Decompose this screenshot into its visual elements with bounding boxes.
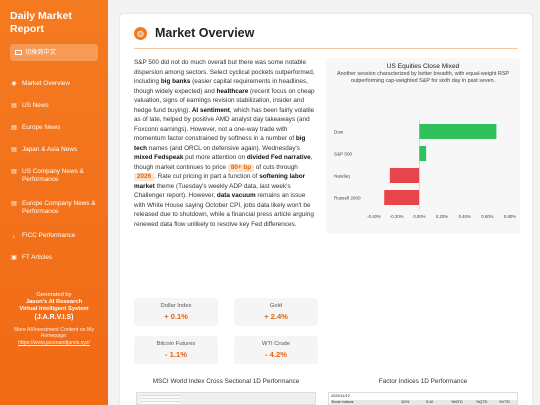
x-tick-label: -0.40%	[367, 214, 381, 219]
x-tick-label: 0.60%	[481, 214, 493, 219]
emphasis: mixed Fedspeak	[134, 154, 184, 161]
sidebar-item-2[interactable]: ▤ Europe News	[10, 124, 106, 132]
language-icon	[15, 50, 22, 55]
factor-section-title: Factor Indices 1D Performance	[378, 378, 468, 385]
language-label: 切換到中文	[25, 49, 56, 56]
x-tick-label: 0.20%	[436, 214, 448, 219]
sidebar-item-3[interactable]: ▤ Japan & Asia News	[10, 146, 106, 154]
eu-flag-icon: ▤	[11, 201, 17, 207]
main-panel: ◍ Market Overview S&P 500 did not do muc…	[120, 14, 532, 405]
emphasis: healthcare	[216, 87, 249, 95]
sidebar: Daily Market Report 切換到中文 ◉ Market Overvi…	[0, 0, 108, 405]
metric-card: Bitcoin Futures - 1.1%	[134, 336, 218, 364]
metric-card: Dollar Index + 0.1%	[134, 298, 218, 326]
factor-table-header-cell: 5-W	[426, 400, 433, 404]
factor-table-header-cell: Stock Indices	[331, 400, 354, 404]
footer-jarvis: (J.A.R.V.I.S)	[34, 313, 74, 321]
metric-value: - 4.2%	[265, 350, 287, 359]
msci-heatmap-rows	[141, 395, 181, 405]
sidebar-footer: Generated by Jason's AI Research Virtual…	[4, 292, 104, 347]
x-tick-label: 0.40%	[459, 214, 471, 219]
page-title: Market Overview	[155, 26, 255, 40]
category-label: Russell 2000	[334, 196, 361, 201]
sidebar-item-7[interactable]: ▣ FT Articles	[10, 254, 106, 262]
highlight-tag: 2026	[134, 173, 155, 181]
footer-generated: Generated by	[36, 292, 72, 298]
sidebar-item-label: Europe News	[22, 124, 61, 131]
metric-value: + 0.1%	[164, 312, 188, 321]
sidebar-item-label: Japan & Asia News	[22, 146, 78, 153]
metric-value: - 1.1%	[165, 350, 187, 359]
chart-icon: ⌞	[12, 233, 16, 239]
app-title: Daily Market Report	[10, 10, 72, 35]
x-tick-label: -0.20%	[390, 214, 404, 219]
factor-table-date: 2025/11/12	[331, 394, 350, 398]
factor-table-header-cell: 1D%	[401, 400, 410, 404]
sidebar-item-label: FICC Performance	[22, 232, 76, 239]
language-toggle-button[interactable]: 切換到中文	[10, 44, 98, 61]
category-label: Nasdaq	[334, 174, 350, 179]
footer-brand: Jason's AI Research	[25, 299, 83, 306]
highlight-tag: 80+ bp	[227, 163, 255, 172]
factor-table-header-cell: %MTD	[451, 400, 463, 404]
text-segment: put more attention on	[183, 154, 247, 161]
factor-table: 2025/11/12 Stock Indices 1D% 5-W %MTD %QTD %Y…	[328, 392, 518, 405]
homepage-link[interactable]: https://www.jasonandjarvis.xyz/	[4, 340, 104, 347]
jp-flag-icon: ▤	[11, 147, 17, 153]
us-equities-chart: US Equities Close Mixed Another session …	[326, 58, 520, 234]
market-summary-text: S&P 500 did not do much overall but ther…	[134, 58, 318, 229]
text-segment: names (and ORCL on defensive again). Wed…	[147, 144, 300, 152]
sidebar-item-label: US News	[22, 102, 49, 109]
metric-name: Bitcoin Futures	[156, 341, 196, 347]
footer-homepage: Homepage:	[40, 333, 68, 340]
emphasis: AI sentiment	[191, 106, 230, 114]
text-segment: of cuts through	[254, 163, 298, 171]
metric-name: Dollar Index	[160, 303, 192, 309]
factor-table-header-cell: %QTD	[476, 400, 488, 404]
sidebar-item-1[interactable]: ▤ US News	[10, 102, 106, 110]
factor-table-header-cell: %YTD	[499, 400, 510, 404]
emphasis: data vacuum	[216, 192, 256, 199]
bar-dow	[419, 124, 497, 139]
x-tick-label: 0.00%	[413, 214, 425, 219]
header-divider	[134, 48, 518, 49]
eu-flag-icon: ▤	[11, 125, 17, 131]
metric-card: WTI Crude - 4.2%	[234, 336, 318, 364]
us-flag-icon: ▤	[11, 169, 17, 175]
bar-s-p-500	[419, 146, 427, 161]
metric-value: + 2.4%	[264, 312, 288, 321]
sidebar-item-label: FT Articles	[22, 254, 53, 261]
footer-more: More AI/Investment Content on My	[14, 326, 94, 333]
chart-svg: Dow S&P 500 Nasdaq Russell 2000 -0.40% -0.20%…	[334, 120, 516, 219]
sidebar-item-6[interactable]: ⌞ FICC Performance	[10, 232, 106, 240]
category-label: S&P 500	[334, 152, 352, 157]
sidebar-item-4[interactable]: ▤ US Company News & Performance	[10, 168, 106, 184]
sidebar-item-label: Europe Company News & Performance	[22, 200, 96, 215]
bar-nasdaq	[389, 168, 420, 183]
msci-heatmap-image	[136, 392, 316, 405]
category-label: Dow	[334, 130, 344, 135]
sidebar-item-label: Market Overview	[22, 80, 70, 87]
msci-section-title: MSCI World Index Cross Sectional 1D Perf…	[152, 378, 300, 385]
sidebar-item-5[interactable]: ▤ Europe Company News & Performance	[10, 200, 106, 216]
globe-icon: ◍	[134, 27, 147, 40]
metric-name: Gold	[269, 303, 283, 309]
us-flag-icon: ▤	[11, 103, 17, 109]
footer-system: Virtual Intelligent System	[19, 306, 89, 313]
text-segment: . Rate cut pricing in part a function of	[154, 173, 260, 180]
metric-name: WTI Crude	[261, 341, 291, 347]
emphasis: divided Fed narrative	[246, 154, 311, 161]
metric-card: Gold + 2.4%	[234, 298, 318, 326]
bar-russell-2000	[384, 190, 420, 205]
x-tick-label: 0.80%	[504, 214, 516, 219]
document-icon: ▣	[11, 255, 17, 261]
globe-icon: ◉	[11, 81, 17, 87]
sidebar-item-0[interactable]: ◉ Market Overview	[10, 80, 106, 88]
sidebar-item-label: US Company News & Performance	[22, 168, 84, 183]
emphasis: big banks	[160, 78, 191, 85]
